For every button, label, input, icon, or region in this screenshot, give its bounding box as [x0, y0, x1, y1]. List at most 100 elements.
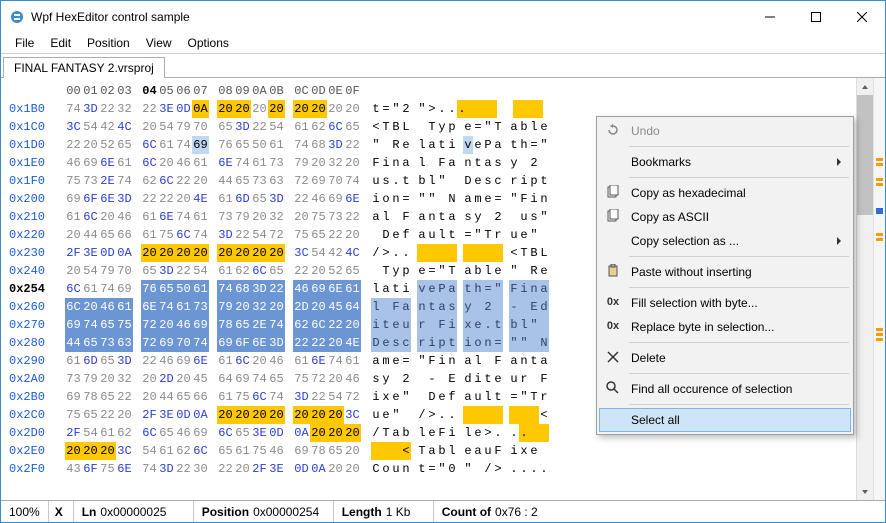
ascii-byte[interactable]: a: [427, 442, 437, 460]
ascii-byte[interactable]: e: [391, 352, 401, 370]
hex-byte[interactable]: 2D: [158, 370, 175, 388]
ascii-byte[interactable]: a: [493, 136, 503, 154]
hex-byte[interactable]: 61: [217, 262, 234, 280]
hex-byte[interactable]: 2E: [251, 316, 268, 334]
ascii-byte[interactable]: [437, 190, 447, 208]
hex-byte[interactable]: 22: [175, 262, 192, 280]
ascii-byte[interactable]: i: [371, 190, 381, 208]
hex-byte[interactable]: 3E: [268, 460, 285, 478]
ascii-byte[interactable]: a: [371, 352, 381, 370]
ascii-byte[interactable]: .: [493, 424, 503, 442]
hex-byte[interactable]: 22: [234, 226, 251, 244]
ctx-replace-byte[interactable]: 0x Replace byte in selection...: [599, 315, 851, 339]
ascii-byte[interactable]: u: [371, 406, 381, 424]
ascii-byte[interactable]: e: [473, 172, 483, 190]
ascii-byte[interactable]: /: [371, 424, 381, 442]
ascii-byte[interactable]: ": [427, 190, 437, 208]
ascii-byte[interactable]: a: [391, 424, 401, 442]
hex-byte[interactable]: 0D: [175, 406, 192, 424]
hex-byte[interactable]: 50: [251, 136, 268, 154]
hex-byte[interactable]: 20: [251, 352, 268, 370]
hex-byte[interactable]: 3C: [65, 118, 82, 136]
ascii-byte[interactable]: [417, 388, 427, 406]
hex-byte[interactable]: 72: [293, 172, 310, 190]
ascii-byte[interactable]: a: [371, 208, 381, 226]
ascii-byte[interactable]: a: [447, 208, 457, 226]
ascii-byte[interactable]: s: [381, 172, 391, 190]
hex-byte[interactable]: 75: [116, 316, 133, 334]
hex-byte[interactable]: 61: [234, 442, 251, 460]
ascii-byte[interactable]: R: [529, 262, 539, 280]
ascii-byte[interactable]: t: [473, 154, 483, 172]
ascii-byte[interactable]: [509, 208, 519, 226]
ctx-paste-no-insert[interactable]: Paste without inserting: [599, 260, 851, 284]
hex-byte[interactable]: 3E: [251, 424, 268, 442]
hex-byte[interactable]: 22: [65, 136, 82, 154]
hex-byte[interactable]: 46: [99, 298, 116, 316]
hex-byte[interactable]: 68: [234, 280, 251, 298]
hex-byte[interactable]: 20: [175, 190, 192, 208]
ascii-byte[interactable]: [463, 244, 473, 262]
ascii-byte[interactable]: u: [427, 226, 437, 244]
hex-byte[interactable]: 22: [293, 334, 310, 352]
ascii-byte[interactable]: b: [437, 442, 447, 460]
ascii-byte[interactable]: n: [483, 334, 493, 352]
ascii-byte[interactable]: [529, 370, 539, 388]
hex-byte[interactable]: 65: [344, 262, 361, 280]
ascii-byte[interactable]: e: [427, 424, 437, 442]
ascii-byte[interactable]: [447, 172, 457, 190]
hex-byte[interactable]: 74: [116, 172, 133, 190]
ascii-byte[interactable]: [417, 244, 427, 262]
hex-byte[interactable]: 6C: [175, 226, 192, 244]
hex-byte[interactable]: 3D: [82, 100, 99, 118]
ascii-byte[interactable]: i: [447, 316, 457, 334]
ascii-byte[interactable]: ": [539, 136, 549, 154]
ascii-byte[interactable]: T: [483, 226, 493, 244]
hex-byte[interactable]: 6E: [158, 208, 175, 226]
ascii-byte[interactable]: <: [401, 442, 411, 460]
hex-byte[interactable]: 0D: [293, 460, 310, 478]
hex-byte[interactable]: 6F: [82, 460, 99, 478]
hex-byte[interactable]: 20: [327, 334, 344, 352]
hex-byte[interactable]: 65: [99, 226, 116, 244]
ascii-byte[interactable]: [483, 244, 493, 262]
ascii-byte[interactable]: =: [529, 136, 539, 154]
hex-byte[interactable]: 69: [327, 190, 344, 208]
hex-byte[interactable]: 4C: [344, 244, 361, 262]
ascii-byte[interactable]: a: [539, 280, 549, 298]
ascii-byte[interactable]: p: [437, 334, 447, 352]
hex-byte[interactable]: 61: [65, 208, 82, 226]
hex-byte[interactable]: 65: [158, 280, 175, 298]
ascii-byte[interactable]: e: [401, 136, 411, 154]
ascii-byte[interactable]: i: [529, 190, 539, 208]
menu-file[interactable]: File: [7, 34, 42, 52]
hex-byte[interactable]: 43: [65, 460, 82, 478]
hex-byte[interactable]: 69: [65, 388, 82, 406]
hex-byte[interactable]: 52: [327, 262, 344, 280]
ascii-byte[interactable]: [483, 208, 493, 226]
ascii-byte[interactable]: l: [463, 424, 473, 442]
scroll-up-button[interactable]: [857, 78, 873, 95]
ascii-byte[interactable]: a: [447, 154, 457, 172]
hex-byte[interactable]: 22: [175, 460, 192, 478]
hex-byte[interactable]: 61: [65, 352, 82, 370]
ascii-byte[interactable]: n: [391, 154, 401, 172]
ascii-byte[interactable]: n: [417, 298, 427, 316]
hex-byte[interactable]: 79: [99, 262, 116, 280]
hex-byte[interactable]: 69: [217, 334, 234, 352]
hex-byte[interactable]: 6E: [344, 190, 361, 208]
ascii-byte[interactable]: ": [417, 100, 427, 118]
hex-byte[interactable]: 20: [82, 136, 99, 154]
hex-byte[interactable]: 0D: [175, 100, 192, 118]
ascii-byte[interactable]: C: [371, 460, 381, 478]
hex-byte[interactable]: 69: [82, 154, 99, 172]
ascii-byte[interactable]: n: [539, 190, 549, 208]
hex-byte[interactable]: 20: [327, 100, 344, 118]
marker[interactable]: [876, 338, 883, 341]
ascii-byte[interactable]: a: [473, 442, 483, 460]
ascii-byte[interactable]: e: [473, 136, 483, 154]
ascii-byte[interactable]: b: [519, 118, 529, 136]
ascii-byte[interactable]: a: [509, 118, 519, 136]
hex-byte[interactable]: 20: [327, 424, 344, 442]
hex-byte[interactable]: 61: [192, 154, 209, 172]
